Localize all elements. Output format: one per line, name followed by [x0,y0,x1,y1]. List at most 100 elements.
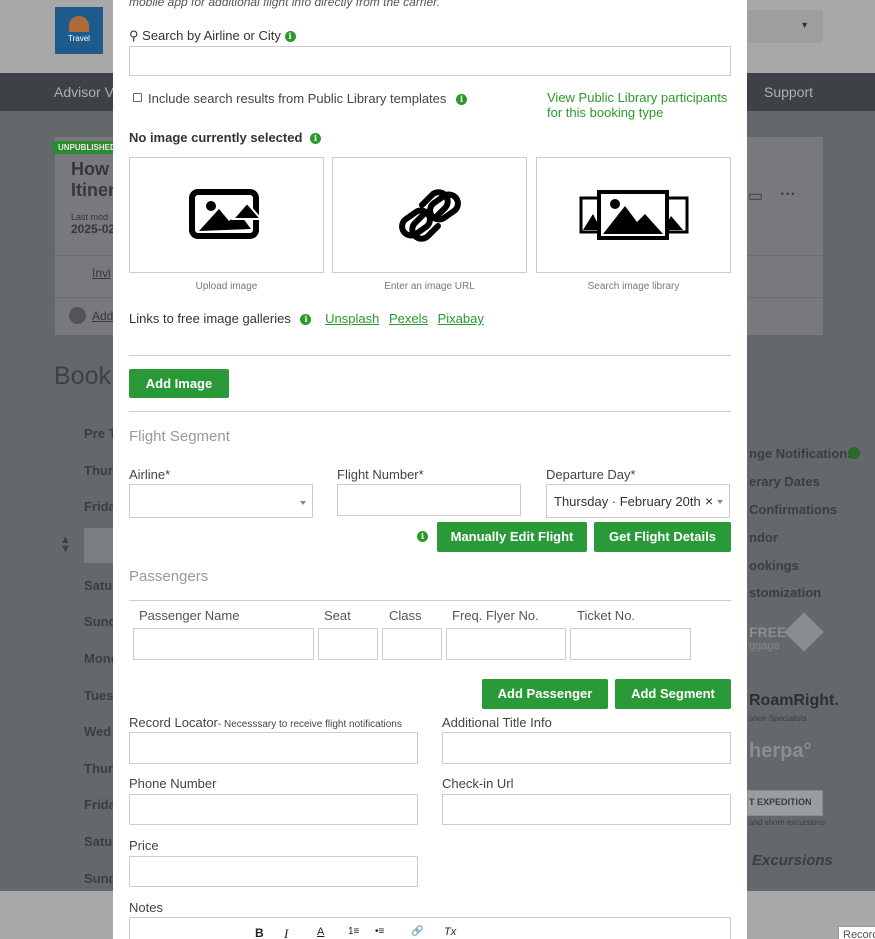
pixabay-link[interactable]: Pixabay [438,311,484,326]
desktop-icon[interactable]: ▭ [748,186,763,206]
upload-image-option[interactable] [129,157,324,273]
col-seat: Seat [324,608,351,623]
app-logo[interactable]: Travel [55,7,103,54]
partner-logo: FREE [749,624,787,640]
notes-editor[interactable] [129,917,731,939]
info-icon[interactable]: i [417,531,428,542]
chevron-down-icon [300,501,306,505]
status-dot-icon [848,447,860,459]
record-button[interactable]: Record [838,926,875,939]
side-link[interactable]: stomization [749,585,821,600]
day-item[interactable]: Sund [84,871,117,886]
image-url-caption: Enter an image URL [384,281,475,292]
day-item[interactable]: Thur [84,463,113,478]
intro-text: mobile app for additional flight info di… [129,0,441,9]
nav-item-advisor[interactable]: Advisor Vi [54,84,117,100]
partner-logo-sub: and shore excursions [749,818,826,827]
side-link[interactable]: ndor [749,530,778,545]
ordered-list-icon[interactable]: 1≡ [348,926,359,937]
include-public-row: Include search results from Public Libra… [148,91,468,106]
pexels-link[interactable]: Pexels [389,311,428,326]
no-image-row: No image currently selected i [129,130,322,145]
partner-logo: herpa° [749,740,812,762]
free-galleries-row: Links to free image galleries i Unsplash… [129,311,484,326]
image-url-option[interactable] [332,157,527,273]
manually-edit-flight-button[interactable]: Manually Edit Flight [437,522,587,552]
checkin-url-input[interactable] [442,794,731,825]
unsplash-link[interactable]: Unsplash [325,311,379,326]
phone-label: Phone Number [129,776,217,791]
get-flight-details-button[interactable]: Get Flight Details [594,522,731,552]
clear-icon[interactable]: × [705,493,713,509]
class-input[interactable] [382,628,442,660]
text-color-icon[interactable]: A [317,926,324,938]
col-class: Class [389,608,422,623]
freq-flyer-input[interactable] [446,628,566,660]
card-date: 2025-02 [71,222,116,236]
invite-link[interactable]: Invi [92,266,111,280]
side-link[interactable]: erary Dates [749,474,820,489]
image-library-option[interactable] [536,157,731,273]
info-icon[interactable]: i [284,31,296,43]
day-item[interactable]: Satu [84,578,112,593]
side-link[interactable]: ookings [749,558,799,573]
info-icon[interactable]: i [456,94,468,106]
unpublished-badge: UNPUBLISHED [52,141,122,154]
day-item[interactable]: Thur [84,761,113,776]
add-image-button[interactable]: Add Image [129,369,229,398]
free-galleries-label: Links to free image galleries [129,311,291,326]
upload-image-caption: Upload image [195,281,258,292]
include-public-checkbox[interactable] [133,93,142,102]
checkin-label: Check-in Url [442,776,514,791]
day-item[interactable]: Sund [84,614,117,629]
search-label: Search by Airline or City [142,28,281,43]
departure-day-select[interactable]: Thursday · February 20th × [546,484,730,518]
add-link[interactable]: Add [92,309,113,323]
price-input[interactable] [129,856,418,887]
nav-item-support[interactable]: Support [764,84,813,100]
add-passenger-button[interactable]: Add Passenger [482,679,608,709]
link-icon[interactable]: 🔗 [411,926,423,937]
divider [129,355,731,356]
day-item[interactable]: Tues [84,688,113,703]
more-icon[interactable]: ··· [780,186,796,204]
departure-day-label: Departure Day* [546,467,636,482]
passenger-name-input[interactable] [133,628,314,660]
record-locator-input[interactable] [129,732,418,764]
search-input[interactable] [129,46,731,76]
bullet-list-icon[interactable]: •≡ [375,926,384,937]
info-icon[interactable]: i [310,133,322,145]
notes-label: Notes [129,900,163,915]
day-item[interactable]: Satu [84,834,112,849]
sort-icon[interactable]: ▲ ▼ [60,535,71,555]
info-icon[interactable]: i [300,314,312,326]
view-participants-link[interactable]: View Public Library participants for thi… [547,90,737,120]
add-icon[interactable] [69,307,86,324]
flight-number-input[interactable] [337,484,521,516]
side-link[interactable]: Confirmations [749,502,837,517]
divider [129,411,731,412]
card-meta: Last mod [71,212,109,222]
card-title-2: Itiner [71,180,116,200]
italic-icon[interactable]: I [284,926,288,939]
airline-select[interactable] [129,484,313,518]
seat-input[interactable] [318,628,378,660]
col-freq-flyer: Freq. Flyer No. [452,608,539,623]
card-title: How [71,159,109,179]
clear-format-icon[interactable]: Tx [444,926,456,938]
day-item[interactable]: Frida [84,797,116,812]
day-item[interactable]: Frida [84,499,116,514]
no-image-label: No image currently selected [129,130,303,145]
flight-number-label: Flight Number* [337,467,424,482]
side-link[interactable]: nge Notifications [749,446,854,461]
additional-title-input[interactable] [442,732,731,764]
day-item[interactable]: Pre T [84,426,117,441]
day-item[interactable]: Wed [84,724,111,739]
add-segment-button[interactable]: Add Segment [615,679,731,709]
passengers-title: Passengers [129,568,209,585]
phone-input[interactable] [129,794,418,825]
day-selected[interactable] [84,528,114,563]
bold-icon[interactable]: B [255,926,264,939]
bookings-heading: Book [54,362,111,390]
ticket-no-input[interactable] [570,628,691,660]
